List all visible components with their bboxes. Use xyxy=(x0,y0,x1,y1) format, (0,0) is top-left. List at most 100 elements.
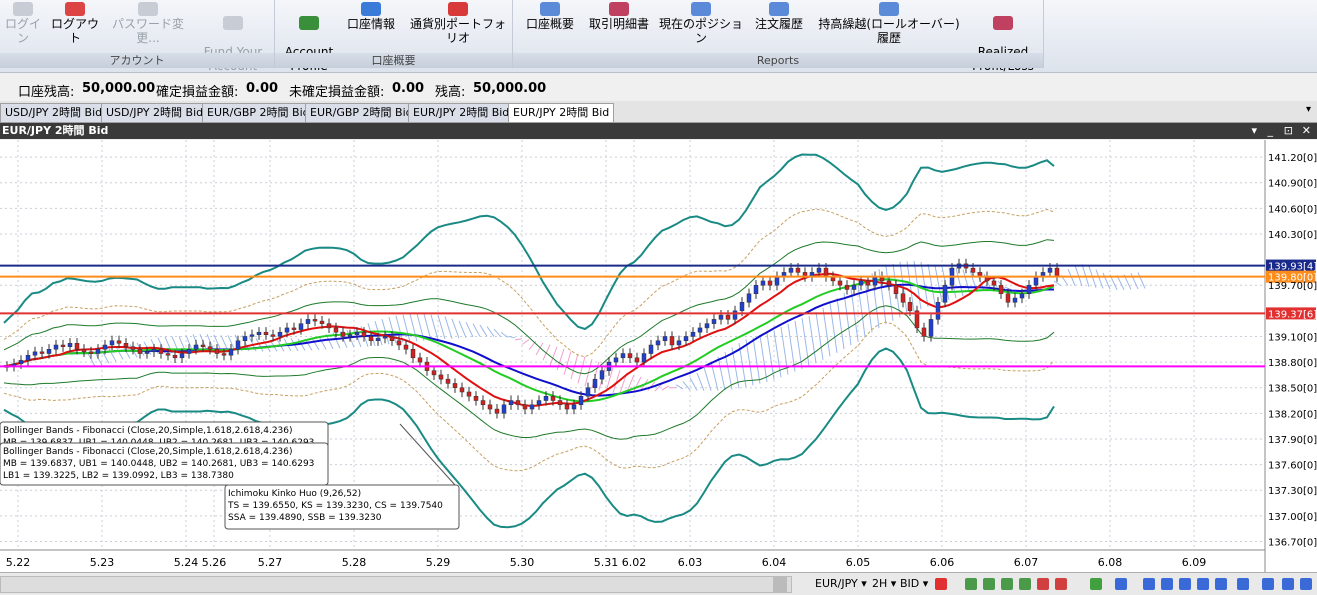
ichimoku-cloud-segment xyxy=(935,266,942,302)
candle-body xyxy=(404,345,408,349)
x-axis-tick-label: 5.30 xyxy=(510,556,535,569)
candle-body xyxy=(320,321,324,324)
candle-body xyxy=(166,354,170,356)
ichimoku-cloud-segment xyxy=(431,315,438,340)
fib-tool-icon[interactable] xyxy=(1019,578,1031,590)
candle-body xyxy=(747,294,751,303)
settings-icon[interactable] xyxy=(1300,578,1312,590)
tab-eurgbp-1[interactable]: EUR/GBP 2時間 Bid xyxy=(202,103,307,122)
candle-body xyxy=(334,328,338,332)
zoom-in-icon[interactable] xyxy=(1143,578,1155,590)
side-select[interactable]: BID ▾ xyxy=(900,577,928,590)
scroll-left-icon[interactable] xyxy=(1197,578,1209,590)
tab-usdjpy-2[interactable]: USD/JPY 2時間 Bid xyxy=(101,103,204,122)
color-tool-icon[interactable] xyxy=(935,578,947,590)
candle-body xyxy=(376,338,380,341)
rollover-history-button[interactable]: 持高繰越(ロールオーバー)履歴 xyxy=(815,0,963,52)
ichimoku-cloud-segment xyxy=(753,337,760,383)
candle-body xyxy=(936,302,940,319)
ichimoku-cloud-segment xyxy=(578,357,585,384)
pointer-tool-icon[interactable] xyxy=(1090,578,1102,590)
report-account-summary-button[interactable]: 口座概要 xyxy=(521,0,579,52)
tab-eurjpy-1[interactable]: EUR/JPY 2時間 Bid xyxy=(408,103,512,122)
chart-type-icon[interactable] xyxy=(1262,578,1274,590)
candle-body xyxy=(1055,268,1059,277)
crosshair-tool-icon[interactable] xyxy=(965,578,977,590)
symbol-select[interactable]: EUR/JPY ▾ xyxy=(815,577,867,590)
tabs-menu-icon[interactable]: ▾ xyxy=(1306,104,1311,115)
order-history-icon xyxy=(769,2,789,16)
candle-body xyxy=(40,352,44,354)
zoom-fit-icon[interactable] xyxy=(1179,578,1191,590)
price-marker-label: 139.37[6] xyxy=(1268,309,1317,320)
candle-body xyxy=(313,319,317,321)
chart-dropdown-icon[interactable]: ▾ xyxy=(1251,123,1257,139)
x-axis-tick-label: 6.07 xyxy=(1014,556,1039,569)
candle-body xyxy=(677,341,681,345)
close-icon[interactable]: ✕ xyxy=(1302,123,1311,139)
zoom-out-icon[interactable] xyxy=(1161,578,1173,590)
candle-body xyxy=(89,352,93,354)
candle-body xyxy=(243,336,247,340)
scroll-right-icon[interactable] xyxy=(1215,578,1227,590)
candle-body xyxy=(1013,298,1017,302)
channel-tool-icon[interactable] xyxy=(1001,578,1013,590)
restore-icon[interactable]: ⊡ xyxy=(1284,123,1293,139)
account-profile-button[interactable]: Account Profile xyxy=(281,0,337,52)
line-tool-icon[interactable] xyxy=(983,578,995,590)
candle-body xyxy=(348,335,352,337)
y-axis-tick-label: 140.60[0] xyxy=(1268,204,1317,215)
candle-body xyxy=(740,302,744,311)
ichimoku-cloud-segment xyxy=(515,339,522,340)
timeframe-select[interactable]: 2H ▾ xyxy=(872,577,896,590)
candle-body xyxy=(369,336,373,340)
candle-body xyxy=(75,343,79,349)
ichimoku-cloud-segment xyxy=(837,298,844,349)
fund-account-button[interactable]: Fund Your Account xyxy=(196,0,270,52)
candle-body xyxy=(453,383,457,387)
candle-body xyxy=(824,268,828,277)
candle-body xyxy=(1048,268,1052,272)
equity-value: 50,000.00 xyxy=(473,81,546,96)
logout-button[interactable]: ログアウト xyxy=(50,0,100,52)
tab-usdjpy-1[interactable]: USD/JPY 2時間 Bid xyxy=(0,103,103,122)
ichimoku-cloud-segment xyxy=(1138,272,1145,288)
chart-window-titlebar: EUR/JPY 2時間 Bid ▾ _ ⊡ ✕ xyxy=(0,123,1317,139)
ichimoku-cloud-segment xyxy=(522,340,529,345)
candle-body xyxy=(285,328,289,332)
x-axis-tick-label: 5.22 xyxy=(6,556,31,569)
open-positions-button[interactable]: 現在のポジション xyxy=(659,0,743,52)
candle-body xyxy=(628,354,632,358)
shape-tool-icon[interactable] xyxy=(1037,578,1049,590)
login-button[interactable]: ログイン xyxy=(2,0,44,52)
order-history-button[interactable]: 注文履歴 xyxy=(749,0,809,52)
indicator-tool-icon[interactable] xyxy=(1115,578,1127,590)
grid-toggle-icon[interactable] xyxy=(1282,578,1294,590)
price-chart[interactable]: 139.93[4]139.80[0]139.37[6]141.20[0]140.… xyxy=(0,140,1317,572)
minimize-icon[interactable]: _ xyxy=(1268,123,1274,139)
chart-area[interactable]: 139.93[4]139.80[0]139.37[6]141.20[0]140.… xyxy=(0,140,1317,572)
candle-body xyxy=(565,405,569,409)
candle-body xyxy=(229,349,233,355)
tab-eurgbp-2[interactable]: EUR/GBP 2時間 Bid xyxy=(305,103,410,122)
ichimoku-cloud-segment xyxy=(704,367,711,390)
candle-body xyxy=(509,401,513,405)
text-tool-icon[interactable] xyxy=(1055,578,1067,590)
change-password-button[interactable]: パスワード変更... xyxy=(104,0,192,52)
realized-pl-button[interactable]: Realized Profit/Loss xyxy=(969,0,1037,52)
auto-scroll-icon[interactable] xyxy=(1237,578,1249,590)
scrollbar-thumb[interactable] xyxy=(773,577,787,592)
tab-eurjpy-active[interactable]: EUR/JPY 2時間 Bid xyxy=(508,103,614,122)
statement-button[interactable]: 取引明細書 xyxy=(585,0,653,52)
candle-body xyxy=(264,332,268,335)
account-info-button[interactable]: 口座情報 xyxy=(343,0,399,52)
ichimoku-cloud-segment xyxy=(676,385,683,389)
horizontal-scrollbar[interactable] xyxy=(0,576,792,593)
ichimoku-cloud-segment xyxy=(844,293,851,345)
y-axis-tick-label: 137.60[0] xyxy=(1268,461,1317,472)
candle-body xyxy=(47,349,51,353)
x-axis-tick-label: 6.05 xyxy=(846,556,871,569)
candle-body xyxy=(1034,277,1038,286)
x-axis-tick-label: 6.08 xyxy=(1098,556,1123,569)
currency-portfolio-button[interactable]: 通貨別ポートフォリオ xyxy=(407,0,509,52)
